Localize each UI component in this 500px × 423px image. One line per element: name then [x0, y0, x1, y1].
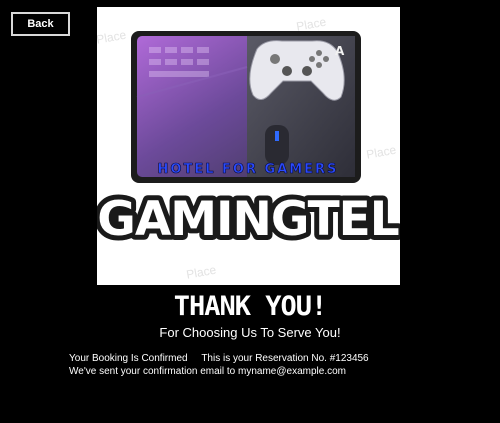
- thank-you-subtitle: For Choosing Us To Serve You!: [159, 325, 341, 340]
- logo-name: GAMINGTEL: [97, 192, 398, 247]
- booking-status: Your Booking Is Confirmed: [69, 353, 188, 364]
- gamingtel-logo: Place Place Place Place A HOTEL FOR GAME…: [97, 7, 400, 285]
- watermark-text: Place: [365, 143, 397, 162]
- logo-tagline: HOTEL FOR GAMERS: [158, 162, 339, 177]
- email-confirmation-line: We've sent your confirmation email to my…: [69, 366, 346, 377]
- watermark-text: Place: [97, 28, 128, 47]
- thank-you-title: THANK YOU!: [173, 291, 328, 322]
- watermark-text: Place: [185, 263, 217, 282]
- back-button[interactable]: Back: [11, 12, 70, 36]
- reservation-number: This is your Reservation No. #123456: [201, 353, 369, 364]
- booking-confirmation-line: Your Booking Is Confirmed This is your R…: [69, 353, 369, 364]
- watermark-text: Place: [295, 15, 327, 34]
- mouse-icon: [265, 125, 289, 165]
- corner-glyph: A: [335, 44, 345, 58]
